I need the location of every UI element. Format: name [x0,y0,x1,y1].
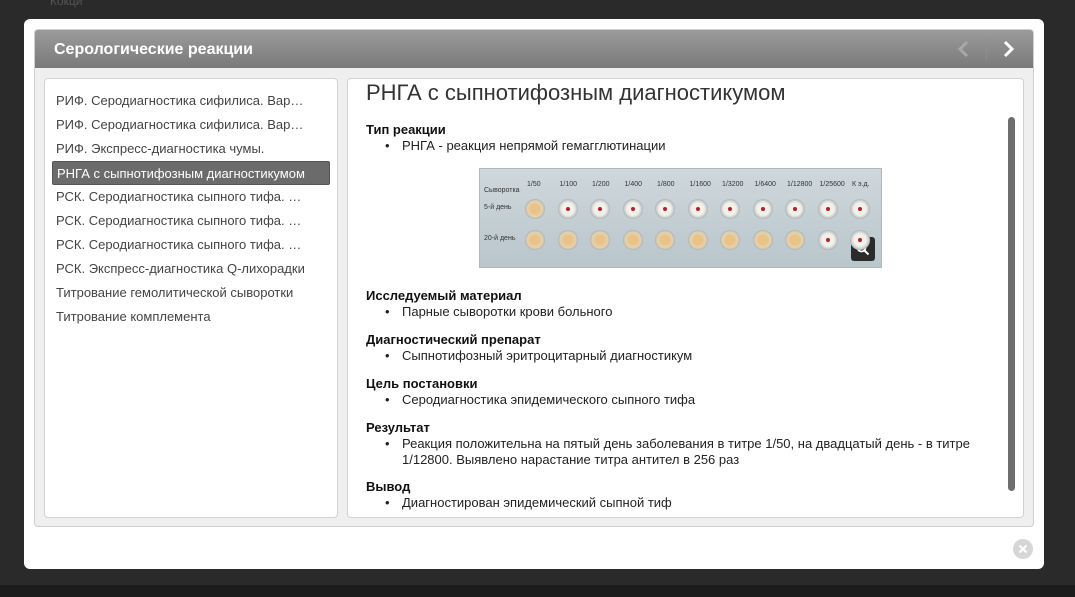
section-heading: Исследуемый материал [366,288,522,303]
reaction-list: РИФ. Серодиагностика сифилиса. Вар… РИФ. … [44,78,338,518]
sediment-dot [825,207,830,211]
section-item: Реакция положительна на пятый день забол… [385,436,996,468]
section-heading: Вывод [366,479,411,494]
plate-well [850,230,870,250]
plate-well [687,199,708,219]
plate-well [817,199,838,219]
plate-dilution-label: 1/800 [657,181,675,188]
plate-well [557,230,578,250]
plate-well [622,230,643,250]
reaction-list-item[interactable]: РСК. Серодиагностика сыпного тифа. … [52,233,330,257]
plate-well [720,230,740,250]
plate-row-label: 20-й день [484,235,516,242]
reaction-list-item[interactable]: РСК. Серодиагностика сыпного тифа. … [52,209,330,233]
section-conclusion: Вывод Диагностирован эпидемический сыпно… [366,479,996,511]
modal-title: Серологические реакции [54,41,253,58]
modal-panel: Серологические реакции РИФ. Серодиагност… [34,29,1034,527]
sediment-dot [825,238,830,242]
chevron-right-icon [1003,40,1015,58]
section-reaction-type: Тип реакции РНГА - реакция непрямой гема… [366,122,996,154]
reaction-list-items: РИФ. Серодиагностика сифилиса. Вар… РИФ. … [45,79,337,329]
plate-well [655,199,675,219]
scrollbar-thumb[interactable] [1008,117,1015,491]
reaction-list-item[interactable]: РИФ. Серодиагностика сифилиса. Вар… [52,113,330,137]
sediment-dot [565,207,570,211]
background-strip [0,585,1075,597]
plate-well [655,230,675,250]
modal-dialog: Серологические реакции РИФ. Серодиагност… [24,19,1044,569]
plate-well [590,230,610,250]
modal-titlebar: Серологические реакции [35,30,1033,68]
sediment-dot [695,207,700,211]
plate-well [817,230,838,250]
section-item: Сыпнотифозный эритроцитарный диагностику… [385,348,996,364]
plate-well [720,199,740,219]
section-goal: Цель постановки Серодиагностика эпидемич… [366,376,996,408]
plate-dilution-label: 1/100 [559,181,578,188]
plate-dilution-label: 1/12800 [787,181,813,188]
section-item: Диагностирован эпидемический сыпной тиф [385,495,996,511]
section-heading: Результат [366,420,430,435]
plate-dilution-label: К э.д. [852,181,870,188]
sediment-dot [728,207,732,211]
sediment-dot [598,207,602,211]
plate-dilution-label: 1/25600 [819,181,845,188]
background-peek-text: Кокци [50,0,83,8]
close-button[interactable] [1013,539,1033,559]
plate-dilution-label: 1/6400 [754,181,776,188]
plate-well [622,199,643,219]
plate-well [557,199,578,219]
plate-well [752,230,773,250]
section-preparation: Диагностический препарат Сыпнотифозный э… [366,332,996,364]
plate-row-header: Сыворотка [484,187,520,194]
plate-well [525,230,545,250]
plate-well [785,199,805,219]
reaction-list-item[interactable]: РНГА с сыпнотифозным диагностикумом [52,161,330,185]
section-heading: Диагностический препарат [366,332,541,347]
section-material: Исследуемый материал Парные сыворотки кр… [366,288,996,320]
plate-dilution-label: 1/3200 [722,181,744,188]
sediment-dot [858,207,862,211]
section-item: РНГА - реакция непрямой гемагглютинации [385,138,996,154]
sediment-dot [858,238,862,242]
next-button[interactable] [996,36,1022,62]
plate-dilution-label: 1/50 [527,181,541,188]
reaction-list-item[interactable]: РИФ. Экспресс-диагностика чумы. [52,137,330,161]
section-result: Результат Реакция положительна на пятый … [366,420,996,468]
plate-well [785,230,805,250]
reaction-detail: РНГА с сыпнотифозным диагностикумом Тип … [347,78,1024,518]
nav-divider [986,38,987,60]
prev-button[interactable] [950,36,976,62]
sediment-dot [630,207,635,211]
chevron-left-icon [957,40,969,58]
section-heading: Тип реакции [366,122,446,137]
close-icon [1018,544,1028,554]
detail-title: РНГА с сыпнотифозным диагностикумом [366,80,786,105]
sediment-dot [793,207,797,211]
reaction-list-item[interactable]: Титрование гемолитической сыворотки [52,281,330,305]
sediment-dot [760,207,765,211]
section-item: Серодиагностика эпидемического сыпного т… [385,392,996,408]
plate-well [590,199,610,219]
reaction-list-item[interactable]: РИФ. Серодиагностика сифилиса. Вар… [52,89,330,113]
microplate-image[interactable]: Сыворотка 5-й день 20-й день 1/50 1/100 1/… [479,168,882,268]
reaction-list-item[interactable]: Титрование комплемента [52,305,330,329]
plate-dilution-label: 1/1600 [689,181,711,188]
plate-dilution-label: 1/200 [592,181,610,188]
plate-dilution-label: 1/400 [624,181,643,188]
reaction-list-item[interactable]: РСК. Экспресс-диагностика Q-лихорадки [52,257,330,281]
plate-well [525,199,545,219]
plate-well [752,199,773,219]
plate-well [850,199,870,219]
section-item: Парные сыворотки крови больного [385,304,996,320]
section-heading: Цель постановки [366,376,478,391]
plate-row-label: 5-й день [484,204,512,211]
plate-well [687,230,708,250]
sediment-dot [663,207,667,211]
reaction-list-item[interactable]: РСК. Серодиагностика сыпного тифа. … [52,185,330,209]
